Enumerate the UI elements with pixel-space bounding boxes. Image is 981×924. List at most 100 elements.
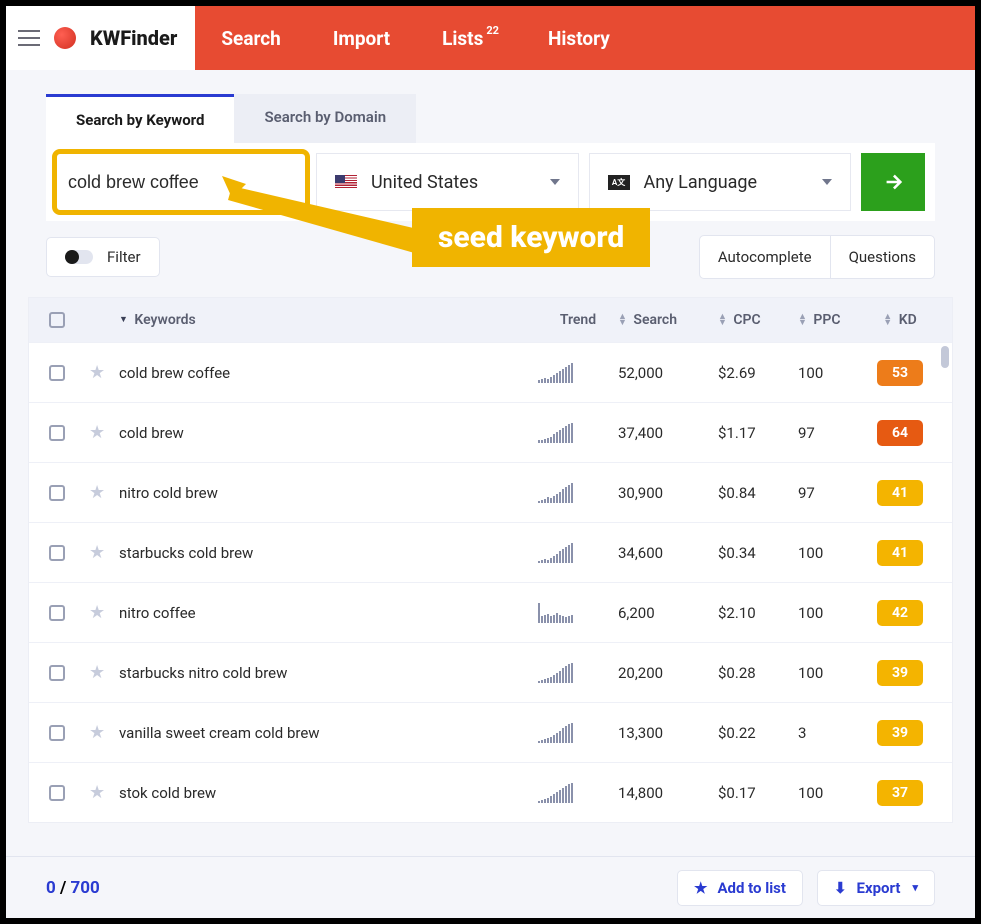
toggle-icon bbox=[65, 250, 93, 264]
row-checkbox[interactable] bbox=[49, 665, 65, 681]
trend-sparkline bbox=[538, 543, 590, 563]
row-checkbox[interactable] bbox=[49, 545, 65, 561]
star-icon[interactable]: ★ bbox=[89, 602, 105, 623]
nav-import[interactable]: Import bbox=[307, 27, 416, 50]
search-volume-cell: 14,800 bbox=[618, 784, 718, 802]
star-icon[interactable]: ★ bbox=[89, 782, 105, 803]
row-checkbox[interactable] bbox=[49, 365, 65, 381]
table-row[interactable]: ★nitro cold brew30,900$0.849741 bbox=[29, 462, 952, 522]
trend-sparkline bbox=[538, 363, 590, 383]
results-table: ▼ Keywords Trend ▲▼ Search ▲▼ CPC ▲▼ PPC… bbox=[28, 297, 953, 823]
sort-desc-icon: ▼ bbox=[119, 317, 128, 323]
col-cpc[interactable]: ▲▼ CPC bbox=[718, 312, 798, 328]
star-icon[interactable]: ★ bbox=[89, 362, 105, 383]
row-checkbox[interactable] bbox=[49, 425, 65, 441]
footer-bar: 0 / 700 ★ Add to list ⬇ Export ▾ bbox=[6, 856, 975, 918]
translate-icon: A文 bbox=[608, 175, 630, 190]
col-trend[interactable]: Trend bbox=[538, 312, 618, 328]
search-volume-cell: 6,200 bbox=[618, 604, 718, 622]
mode-autocomplete[interactable]: Autocomplete bbox=[700, 236, 830, 278]
cpc-cell: $0.22 bbox=[718, 724, 798, 742]
row-checkbox[interactable] bbox=[49, 785, 65, 801]
scrollbar-thumb[interactable] bbox=[941, 346, 949, 368]
table-row[interactable]: ★nitro coffee6,200$2.1010042 bbox=[29, 582, 952, 642]
row-checkbox[interactable] bbox=[49, 605, 65, 621]
cpc-cell: $0.84 bbox=[718, 484, 798, 502]
keyword-cell: vanilla sweet cream cold brew bbox=[119, 724, 538, 742]
location-value: United States bbox=[371, 172, 478, 193]
ppc-cell: 97 bbox=[798, 484, 868, 502]
star-icon[interactable]: ★ bbox=[89, 482, 105, 503]
nav-lists[interactable]: Lists 22 bbox=[416, 27, 522, 50]
download-icon: ⬇ bbox=[834, 879, 847, 897]
keyword-cell: nitro coffee bbox=[119, 604, 538, 622]
search-volume-cell: 52,000 bbox=[618, 364, 718, 382]
logo-icon bbox=[54, 27, 76, 49]
ppc-cell: 97 bbox=[798, 424, 868, 442]
brand-name: KWFinder bbox=[90, 26, 177, 50]
keyword-cell: cold brew coffee bbox=[119, 364, 538, 382]
star-icon[interactable]: ★ bbox=[89, 542, 105, 563]
location-select[interactable]: United States bbox=[316, 153, 579, 211]
mode-questions[interactable]: Questions bbox=[830, 236, 934, 278]
search-submit-button[interactable] bbox=[861, 153, 925, 211]
filter-toggle[interactable]: Filter bbox=[46, 237, 160, 277]
table-row[interactable]: ★starbucks nitro cold brew20,200$0.28100… bbox=[29, 642, 952, 702]
language-select[interactable]: A文 Any Language bbox=[589, 153, 852, 211]
tab-search-by-keyword[interactable]: Search by Keyword bbox=[46, 94, 234, 143]
sort-icon: ▲▼ bbox=[718, 314, 727, 326]
star-icon[interactable]: ★ bbox=[89, 662, 105, 683]
cpc-cell: $0.34 bbox=[718, 544, 798, 562]
trend-sparkline bbox=[538, 483, 590, 503]
ppc-cell: 100 bbox=[798, 664, 868, 682]
col-search[interactable]: ▲▼ Search bbox=[618, 312, 718, 328]
table-row[interactable]: ★ vanilla sweet cream cold brew 13,300$0.2… bbox=[29, 702, 952, 762]
footer-actions: ★ Add to list ⬇ Export ▾ bbox=[677, 870, 935, 906]
search-volume-cell: 37,400 bbox=[618, 424, 718, 442]
select-all-checkbox[interactable] bbox=[49, 312, 65, 328]
table-body: ★cold brew coffee52,000$2.6910053★cold b… bbox=[29, 342, 952, 822]
col-ppc[interactable]: ▲▼ PPC bbox=[798, 312, 868, 328]
keyword-cell: cold brew bbox=[119, 424, 538, 442]
kd-badge: 37 bbox=[877, 780, 923, 806]
trend-sparkline bbox=[538, 603, 590, 623]
table-row[interactable]: ★stok cold brew14,800$0.1710037 bbox=[29, 762, 952, 822]
cpc-cell: $0.17 bbox=[718, 784, 798, 802]
search-volume-cell: 13,300 bbox=[618, 724, 718, 742]
nav-history[interactable]: History bbox=[522, 27, 636, 50]
keyword-input[interactable] bbox=[56, 157, 306, 207]
col-keywords[interactable]: ▼ Keywords bbox=[119, 312, 538, 328]
flag-us-icon bbox=[335, 175, 357, 190]
table-row[interactable]: ★cold brew coffee52,000$2.6910053 bbox=[29, 342, 952, 402]
search-volume-cell: 20,200 bbox=[618, 664, 718, 682]
nav-search[interactable]: Search bbox=[195, 27, 306, 50]
keyword-cell: starbucks cold brew bbox=[119, 544, 538, 562]
sort-icon: ▲▼ bbox=[883, 314, 892, 326]
cpc-cell: $0.28 bbox=[718, 664, 798, 682]
row-checkbox[interactable] bbox=[49, 485, 65, 501]
filter-row: Filter Autocomplete Questions bbox=[46, 235, 935, 279]
menu-icon[interactable] bbox=[18, 30, 40, 46]
keyword-cell: nitro cold brew bbox=[119, 484, 538, 502]
search-mode-tabs: Search by Keyword Search by Domain bbox=[46, 94, 975, 143]
export-button[interactable]: ⬇ Export ▾ bbox=[817, 870, 935, 906]
top-bar: KWFinder Search Import Lists 22 History bbox=[6, 6, 975, 70]
suggestion-mode-group: Autocomplete Questions bbox=[699, 235, 935, 279]
cpc-cell: $1.17 bbox=[718, 424, 798, 442]
row-checkbox[interactable] bbox=[49, 725, 65, 741]
col-kd[interactable]: ▲▼ KD bbox=[868, 312, 932, 328]
table-row[interactable]: ★cold brew37,400$1.179764 bbox=[29, 402, 952, 462]
star-icon[interactable]: ★ bbox=[89, 722, 105, 743]
table-row[interactable]: ★starbucks cold brew34,600$0.3410041 bbox=[29, 522, 952, 582]
sort-icon: ▲▼ bbox=[798, 314, 807, 326]
trend-sparkline bbox=[538, 723, 590, 743]
trend-sparkline bbox=[538, 663, 590, 683]
tab-search-by-domain[interactable]: Search by Domain bbox=[234, 94, 416, 143]
add-to-list-button[interactable]: ★ Add to list bbox=[677, 870, 803, 906]
kd-badge: 53 bbox=[877, 360, 923, 386]
chevron-down-icon: ▾ bbox=[912, 881, 918, 894]
kd-badge: 39 bbox=[877, 660, 923, 686]
star-icon[interactable]: ★ bbox=[89, 422, 105, 443]
nav-lists-label: Lists bbox=[442, 27, 483, 50]
nav-lists-badge: 22 bbox=[486, 24, 499, 37]
